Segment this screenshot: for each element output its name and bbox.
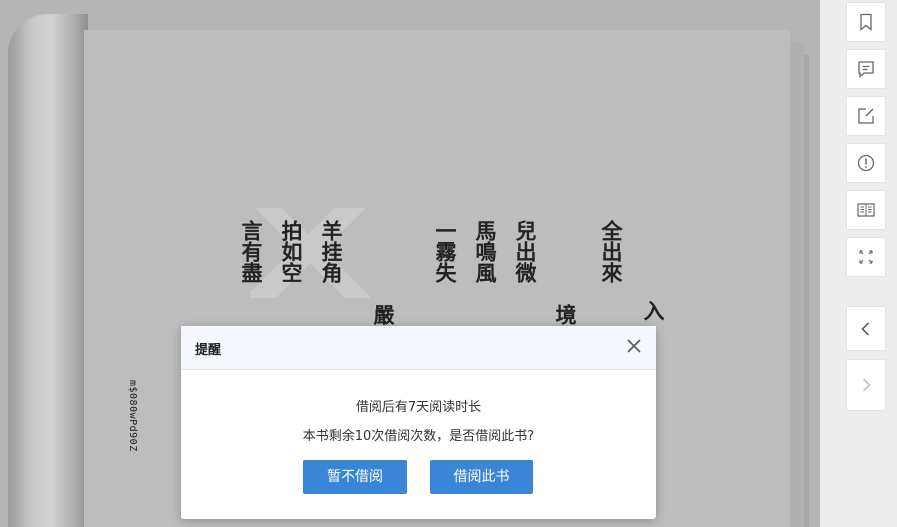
report-button[interactable] xyxy=(846,143,886,183)
book-text-column: 全出來 xyxy=(599,220,624,283)
reading-duration-text: 借阅后有7天阅读时长 xyxy=(355,400,482,415)
book-text-column: 羊挂角 xyxy=(319,220,344,283)
note-button[interactable] xyxy=(846,96,886,136)
cancel-borrow-button[interactable]: 暂不借阅 xyxy=(303,460,407,494)
book-text-column: 兒出微 xyxy=(513,220,538,283)
bookmark-icon xyxy=(860,13,872,31)
comment-button[interactable] xyxy=(846,49,886,89)
book-text-column: 入 xyxy=(641,300,666,321)
borrow-count-text: 本书剩余10次借阅次数，是否借阅此书? xyxy=(302,429,535,444)
book-text-column: 嚴 xyxy=(371,304,396,325)
watermark-logo xyxy=(250,208,370,298)
comment-icon xyxy=(858,61,874,78)
book-spine xyxy=(8,14,88,527)
book-view-button[interactable] xyxy=(846,190,886,230)
book-view-icon xyxy=(857,203,875,217)
edit-note-icon xyxy=(858,108,874,124)
borrow-reminder-dialog: 提醒 借阅后有7天阅读时长 本书剩余10次借阅次数，是否借阅此书? 暂不借阅 借… xyxy=(181,326,656,519)
book-text-column: 一霧失 xyxy=(433,220,458,283)
fullscreen-icon xyxy=(859,250,873,264)
book-text-column: 言有盡 xyxy=(239,220,264,283)
fullscreen-button[interactable] xyxy=(846,237,886,277)
dialog-title: 提醒 xyxy=(195,343,222,358)
report-icon xyxy=(857,154,875,172)
book-text-column: 拍如空 xyxy=(279,220,304,283)
next-page-button[interactable] xyxy=(846,359,886,411)
confirm-borrow-button[interactable]: 借阅此书 xyxy=(430,460,533,494)
prev-page-icon xyxy=(861,321,870,336)
reader-screen: 言有盡 拍如空 羊挂角 嚴 一霧失 馬鳴風 兒出微 境 全出來 入 m$080w… xyxy=(0,0,897,527)
dialog-header: 提醒 xyxy=(181,326,656,370)
spine-code: m$080wPd90Z xyxy=(127,380,138,452)
book-text-column: 馬鳴風 xyxy=(473,220,498,283)
close-icon[interactable] xyxy=(624,336,644,356)
prev-page-button[interactable] xyxy=(846,306,886,351)
bookmark-button[interactable] xyxy=(846,2,886,42)
next-page-icon xyxy=(862,378,871,392)
book-text-column: 境 xyxy=(553,304,578,325)
